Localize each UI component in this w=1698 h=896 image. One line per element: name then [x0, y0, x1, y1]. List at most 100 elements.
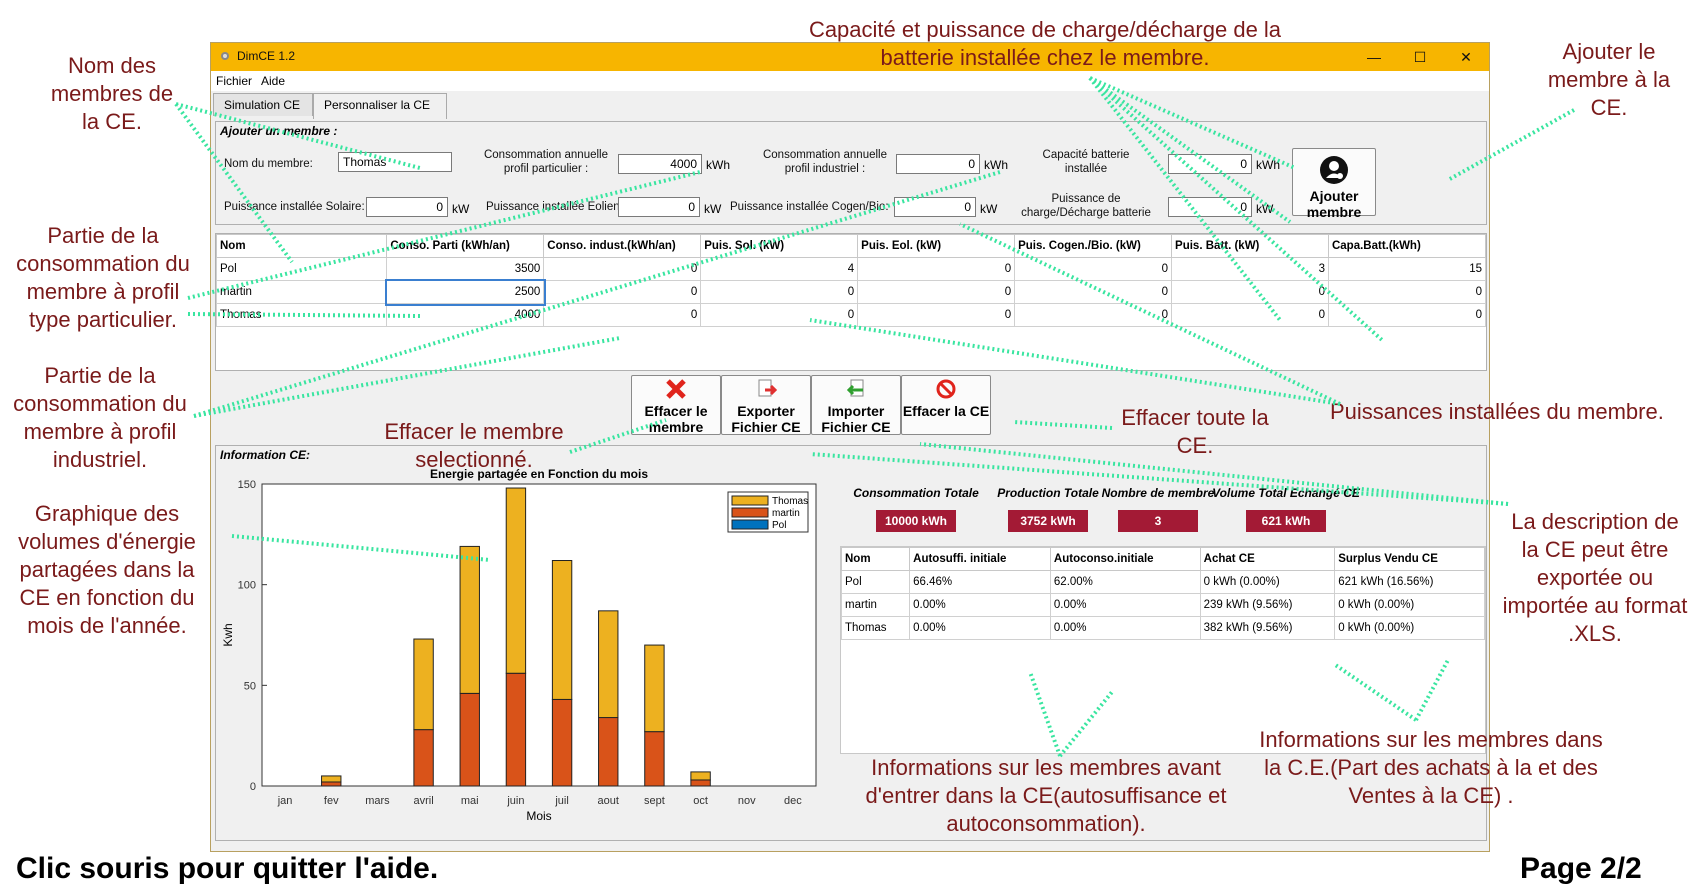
- members-cell[interactable]: 15: [1327, 257, 1487, 281]
- members-col-header[interactable]: Conso. Parti (kWh/an): [386, 234, 545, 258]
- info-cell: 66.46%: [909, 570, 1051, 594]
- bar-Thomas: [413, 638, 434, 731]
- stat-value: 3752 kWh: [1008, 510, 1088, 532]
- members-row[interactable]: Pol 3500 0 4 0 0 3 15: [215, 257, 1487, 281]
- window-title: DimCE 1.2: [237, 49, 296, 63]
- legend-swatch: [731, 519, 769, 530]
- members-cell[interactable]: 0: [1014, 280, 1173, 304]
- sol-unit: kW: [452, 202, 470, 216]
- cap-batt-label: Capacité batterie installée: [1042, 149, 1130, 175]
- info-row[interactable]: martin 0.00% 0.00% 239 kWh (9.56%) 0 kWh (0.…: [840, 593, 1485, 617]
- pbatt-input[interactable]: 0: [1168, 197, 1252, 217]
- members-cell[interactable]: 0: [1014, 257, 1173, 281]
- x-tick-label: juil: [554, 795, 568, 807]
- bar-martin: [505, 672, 527, 787]
- members-cell[interactable]: 0: [1327, 303, 1487, 327]
- add-member-button[interactable]: Ajouter membre: [1292, 148, 1376, 220]
- members-cell[interactable]: 3500: [386, 257, 545, 281]
- tab-simulation[interactable]: Simulation CE: [213, 93, 313, 116]
- members-col-header[interactable]: Puis. Sol. (kW): [700, 234, 859, 258]
- info-title: Information CE:: [220, 448, 310, 462]
- members-cell[interactable]: 4000: [386, 303, 545, 327]
- info-col-header[interactable]: Surplus Vendu CE: [1334, 547, 1485, 571]
- members-cell[interactable]: 0: [543, 303, 702, 327]
- close-icon[interactable]: ✕: [1443, 43, 1489, 71]
- bar-Thomas: [690, 771, 711, 781]
- menu-aide[interactable]: Aide: [256, 71, 289, 88]
- members-cell[interactable]: 0: [1327, 280, 1487, 304]
- members-row[interactable]: martin 2500 0 0 0 0 0 0: [215, 278, 1487, 306]
- annotation-chart: Graphique des volumes d'énergie partagée…: [18, 501, 196, 638]
- info-cell: Thomas: [840, 616, 911, 640]
- members-col-header[interactable]: Puis. Cogen./Bio. (kW): [1014, 234, 1173, 258]
- info-row[interactable]: Thomas 0.00% 0.00% 382 kWh (9.56%) 0 kWh (0.…: [840, 616, 1485, 640]
- members-col-header[interactable]: Nom: [215, 234, 388, 258]
- quit-help-text[interactable]: Clic souris pour quitter l'aide.: [16, 852, 438, 886]
- name-input[interactable]: Thomas: [338, 152, 452, 172]
- members-cell[interactable]: 0: [1171, 303, 1329, 327]
- sol-input[interactable]: 0: [366, 197, 448, 217]
- members-cell[interactable]: 0: [857, 257, 1016, 281]
- members-cell[interactable]: 0: [1014, 303, 1173, 327]
- export-button[interactable]: Exporter Fichier CE: [721, 375, 811, 435]
- members-row[interactable]: Thomas 4000 0 0 0 0 0 0: [215, 303, 1487, 327]
- members-col-header[interactable]: Puis. Batt. (kW): [1171, 234, 1329, 258]
- info-cell: 621 kWh (16.56%): [1334, 570, 1485, 594]
- conso-part-input[interactable]: 4000: [618, 154, 702, 174]
- tab-personnaliser[interactable]: Personnaliser la CE: [313, 93, 447, 119]
- info-col-header[interactable]: Autoconso.initiale: [1049, 547, 1201, 571]
- members-col-header[interactable]: Capa.Batt.(kWh): [1327, 234, 1487, 258]
- annotation-delete-ce: Effacer toute la CE.: [1121, 405, 1269, 458]
- stat-label: Volume Total Echangé CE: [1212, 486, 1360, 500]
- red-x-icon: [666, 379, 686, 399]
- legend-label: Pol: [772, 520, 786, 531]
- eol-input[interactable]: 0: [618, 197, 700, 217]
- minimize-icon[interactable]: —: [1351, 43, 1397, 71]
- annotation-export: La description de la CE peut être export…: [1502, 509, 1688, 646]
- maximize-icon[interactable]: ☐: [1397, 43, 1443, 71]
- delete-member-label: Effacer le membre: [644, 403, 708, 435]
- members-cell[interactable]: 4: [700, 257, 859, 281]
- stat-value: 621 kWh: [1246, 510, 1326, 532]
- cog-input[interactable]: 0: [894, 197, 976, 217]
- members-cell[interactable]: 2500: [384, 278, 546, 306]
- delete-ce-button[interactable]: Effacer la CE: [901, 375, 991, 435]
- cap-batt-input[interactable]: 0: [1168, 154, 1252, 174]
- members-cell[interactable]: 0: [857, 280, 1016, 304]
- members-cell[interactable]: 0: [543, 257, 702, 281]
- members-cell[interactable]: 0: [700, 303, 859, 327]
- import-file-icon: [846, 379, 864, 397]
- x-tick-label: avril: [413, 795, 433, 807]
- delete-member-button[interactable]: Effacer le membre: [631, 375, 721, 435]
- import-button[interactable]: Importer Fichier CE: [811, 375, 901, 435]
- members-cell[interactable]: 3: [1171, 257, 1329, 281]
- annotation-info-before: Informations sur les membres avant d'ent…: [865, 755, 1227, 836]
- members-col-header[interactable]: Conso. indust.(kWh/an): [543, 234, 702, 258]
- members-col-header[interactable]: Puis. Eol. (kW): [857, 234, 1016, 258]
- info-cell: 0 kWh (0.00%): [1334, 593, 1485, 617]
- info-cell: 0.00%: [1049, 616, 1201, 640]
- info-cell: martin: [840, 593, 911, 617]
- conso-ind-input[interactable]: 0: [896, 154, 980, 174]
- info-row[interactable]: Pol 66.46% 62.00% 0 kWh (0.00%) 621 kWh (16.…: [840, 570, 1485, 594]
- bar-martin: [551, 698, 573, 787]
- members-cell[interactable]: 0: [857, 303, 1016, 327]
- y-tick-label: 100: [238, 580, 256, 592]
- annotation-add-member: Ajouter le membre à la CE.: [1547, 39, 1671, 120]
- members-cell[interactable]: 0: [543, 280, 702, 304]
- members-cell[interactable]: martin: [215, 280, 388, 304]
- sol-label: Puissance installée Solaire:: [224, 201, 365, 213]
- info-col-header[interactable]: Nom: [840, 547, 911, 571]
- members-cell[interactable]: 0: [700, 280, 859, 304]
- info-col-header[interactable]: Autosuffi. initiale: [909, 547, 1051, 571]
- members-cell[interactable]: Pol: [215, 257, 388, 281]
- info-col-header[interactable]: Achat CE: [1199, 547, 1336, 571]
- menu-fichier[interactable]: Fichier: [211, 71, 256, 88]
- members-cell[interactable]: 0: [1171, 280, 1329, 304]
- info-cell: 0.00%: [1049, 593, 1201, 617]
- members-cell[interactable]: Thomas: [215, 303, 388, 327]
- info-cell: 0.00%: [909, 616, 1051, 640]
- x-tick-label: sept: [644, 795, 665, 807]
- forbidden-icon: [936, 379, 956, 399]
- bar-Thomas: [459, 545, 480, 694]
